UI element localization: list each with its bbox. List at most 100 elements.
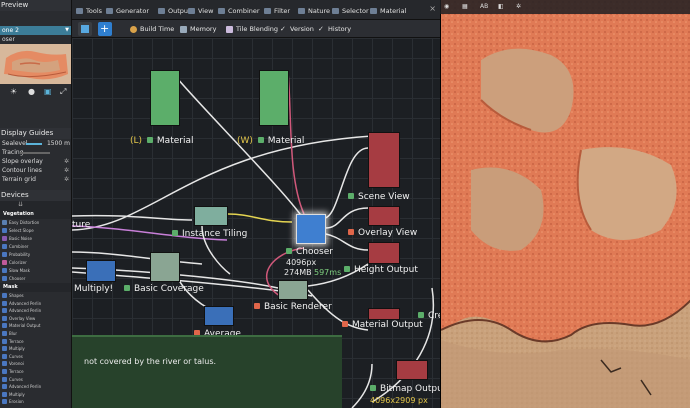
chooser-node[interactable] xyxy=(296,214,326,244)
device-icon xyxy=(2,260,7,265)
height-output-node[interactable] xyxy=(368,242,400,264)
device-item[interactable]: Advanced Perlin xyxy=(0,383,71,390)
material-output-node[interactable] xyxy=(368,308,400,320)
material-l-text: Material xyxy=(156,136,194,146)
device-item[interactable]: Colorizer xyxy=(0,259,71,267)
build-time-button[interactable]: Build Time xyxy=(128,23,174,36)
close-icon[interactable]: × xyxy=(429,4,436,13)
category-mask[interactable]: Mask xyxy=(0,283,71,292)
device-item[interactable]: Advanced Perlin xyxy=(0,300,71,307)
device-item[interactable]: Curves xyxy=(0,376,71,383)
device-label: Probability xyxy=(9,252,31,257)
device-item[interactable]: Overlay View xyxy=(0,315,71,322)
device-item[interactable]: Shapes xyxy=(0,292,71,299)
tab-combiner[interactable]: Combiner xyxy=(216,4,260,18)
device-item[interactable]: Multiply xyxy=(0,391,71,398)
device-item[interactable]: Select Slope xyxy=(0,227,71,235)
expand-icon[interactable]: ⤢ xyxy=(60,87,66,97)
terrain-viewport[interactable] xyxy=(440,0,690,408)
tab-material[interactable]: Material xyxy=(368,4,406,18)
add-button[interactable]: + xyxy=(98,22,112,36)
tab-label: Material xyxy=(380,7,407,15)
output-dot-icon xyxy=(342,321,348,327)
device-item[interactable]: Chooser xyxy=(0,275,71,283)
collapse-icon[interactable]: ⇊ xyxy=(18,201,23,208)
multiply-node[interactable] xyxy=(86,260,116,282)
basic-renderer-text: Basic Renderer xyxy=(264,302,332,312)
instance-tiling-node[interactable] xyxy=(194,206,228,226)
device-item[interactable]: Easy Distortion xyxy=(0,219,71,227)
tab-generator[interactable]: Generator xyxy=(104,4,149,18)
material-w-label: (W) Material xyxy=(237,136,304,146)
grid-icon[interactable]: ▦ xyxy=(462,3,468,10)
tracing-row[interactable]: Tracing xyxy=(0,148,71,157)
device-icon xyxy=(2,276,7,281)
tab-filter[interactable]: Filter xyxy=(262,4,290,18)
settings-icon[interactable]: ✲ xyxy=(516,3,521,10)
device-icon xyxy=(2,220,7,225)
basic-coverage-node[interactable] xyxy=(150,252,180,282)
device-item[interactable]: Multiply xyxy=(0,345,71,352)
version-button[interactable]: ✓ Version xyxy=(278,23,314,36)
device-icon xyxy=(2,346,7,352)
memory-button[interactable]: Memory xyxy=(178,23,216,36)
device-item[interactable]: Erosion xyxy=(0,398,71,405)
tracing-slider[interactable] xyxy=(20,152,50,154)
chooser-select[interactable]: oser xyxy=(0,35,71,44)
select-tool-button[interactable] xyxy=(78,22,92,36)
device-icon xyxy=(2,300,7,306)
device-item[interactable]: Blur xyxy=(0,330,71,337)
device-item[interactable]: Slow Mask xyxy=(0,267,71,275)
ab-icon[interactable]: AB xyxy=(480,3,488,10)
device-item[interactable]: Basic Noise xyxy=(0,235,71,243)
drop-icon[interactable]: ● xyxy=(28,87,35,96)
sealevel-slider[interactable] xyxy=(26,143,42,145)
coverage-dot-icon xyxy=(124,285,130,291)
sun-icon[interactable]: ☀ xyxy=(10,87,17,96)
device-icon xyxy=(2,391,7,397)
device-icon xyxy=(2,369,7,374)
sealevel-row[interactable]: Sealevel 1500 m xyxy=(0,139,71,148)
bitmap-output-text: Bitmap Outpu xyxy=(380,384,440,394)
nature-icon xyxy=(298,8,305,14)
tab-selector[interactable]: Selector xyxy=(330,4,369,18)
device-label: Terrace xyxy=(9,338,24,344)
comment-box[interactable]: not covered by the river or talus. xyxy=(72,335,342,408)
material-l-node[interactable] xyxy=(150,70,180,126)
average-node[interactable] xyxy=(204,306,234,326)
tab-view[interactable]: View xyxy=(186,4,213,18)
bitmap-output-node[interactable] xyxy=(396,360,428,380)
history-button[interactable]: ✓ History xyxy=(316,23,351,36)
gear-icon[interactable]: ✲ xyxy=(64,157,69,166)
basic-renderer-node[interactable] xyxy=(278,280,308,300)
terrain-grid-row[interactable]: Terrain grid ✲ xyxy=(0,175,71,184)
device-item[interactable]: Curves xyxy=(0,353,71,360)
device-item[interactable]: Probability xyxy=(0,251,71,259)
device-item[interactable]: Combiner xyxy=(0,243,71,251)
tab-nature[interactable]: Nature xyxy=(296,4,330,18)
layers-icon[interactable]: ◧ xyxy=(498,3,504,10)
bitmap-output-label: Bitmap Outpu xyxy=(370,384,440,394)
scene-view-node[interactable] xyxy=(368,132,400,188)
chooser-dot-icon xyxy=(286,248,292,254)
device-item[interactable]: Terrace xyxy=(0,338,71,345)
cre-label: Cre xyxy=(418,311,440,321)
slope-overlay-row[interactable]: Slope overlay ✲ xyxy=(0,157,71,166)
tab-tools[interactable]: Tools xyxy=(74,4,102,18)
node-graph[interactable]: (L) Material (W) Material Scene View Ove… xyxy=(72,38,440,408)
device-item[interactable]: Terrace xyxy=(0,368,71,375)
material-w-node[interactable] xyxy=(259,70,289,126)
device-item[interactable]: Voronoi xyxy=(0,360,71,367)
gear-icon[interactable]: ✲ xyxy=(64,166,69,175)
category-vegetation[interactable]: Vegetation xyxy=(0,210,71,219)
device-item[interactable]: Material Output xyxy=(0,322,71,329)
image-icon[interactable]: ▣ xyxy=(44,87,52,96)
gear-icon[interactable]: ✲ xyxy=(64,175,69,184)
device-item[interactable]: Advanced Perlin xyxy=(0,307,71,314)
zone-select[interactable]: one 2 ▼ xyxy=(0,26,71,35)
tile-blending-button[interactable]: Tile Blending xyxy=(224,23,278,36)
eye-icon[interactable]: ◉ xyxy=(444,3,449,10)
graph-toolbar: + Build Time Memory Tile Blending ✓ Vers… xyxy=(72,20,440,38)
contour-lines-row[interactable]: Contour lines ✲ xyxy=(0,166,71,175)
overlay-view-node[interactable] xyxy=(368,206,400,226)
